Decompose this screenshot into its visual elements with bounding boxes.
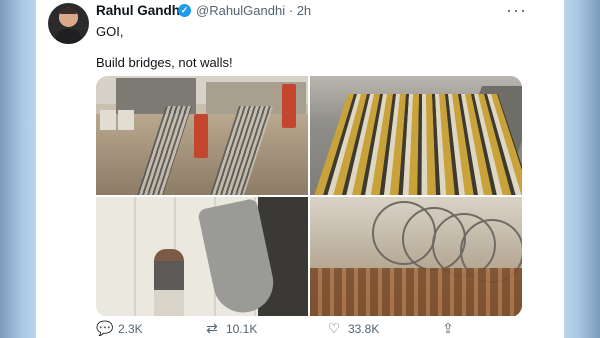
photo-aerial-barricades[interactable]: [310, 76, 522, 195]
backdrop-left: [0, 0, 36, 338]
author-handle[interactable]: @RahulGandhi: [196, 3, 285, 18]
retweet-icon: ⇄: [204, 320, 220, 337]
action-bar: 💬 2.3K ⇄ 10.1K ♡ 33.8K ⇪: [96, 320, 516, 338]
photo-red-barrier: [282, 84, 296, 128]
reply-button[interactable]: 💬 2.3K: [96, 320, 143, 337]
backdrop-right: [564, 0, 600, 338]
photo-cement-mixer-worker[interactable]: [96, 197, 308, 316]
verified-badge-icon: ✓: [178, 4, 191, 17]
tweet-card[interactable]: Rahul Gandhi ✓ @RahulGandhi · 2h ··· GOI…: [36, 0, 564, 338]
avatar-shirt: [56, 29, 81, 44]
tweet-text-line-1: GOI,: [96, 24, 123, 39]
like-count: 33.8K: [348, 322, 379, 336]
photo-razor-wire[interactable]: [310, 197, 522, 316]
tweet-time[interactable]: 2h: [297, 3, 311, 18]
photo-barrier-block: [118, 110, 134, 130]
more-options-icon[interactable]: ···: [506, 0, 527, 21]
dot-separator: ·: [289, 3, 293, 18]
heart-icon: ♡: [326, 320, 342, 337]
author-handle-and-time[interactable]: @RahulGandhi · 2h: [196, 3, 311, 18]
tweet-text-line-2: Build bridges, not walls!: [96, 55, 233, 70]
share-icon: ⇪: [440, 320, 456, 337]
photo-barricade-rows: [310, 94, 522, 195]
photo-red-barrier: [194, 114, 208, 158]
media-grid: [96, 76, 522, 317]
author-name[interactable]: Rahul Gandhi: [96, 3, 184, 18]
reply-icon: 💬: [96, 320, 112, 337]
photo-road-spikes[interactable]: [96, 76, 308, 195]
reply-count: 2.3K: [118, 322, 143, 336]
photo-barrier-block: [100, 110, 116, 130]
share-button[interactable]: ⇪: [440, 320, 456, 337]
retweet-button[interactable]: ⇄ 10.1K: [204, 320, 257, 337]
avatar-hair: [60, 8, 77, 14]
retweet-count: 10.1K: [226, 322, 257, 336]
like-button[interactable]: ♡ 33.8K: [326, 320, 379, 337]
avatar[interactable]: [48, 3, 89, 44]
photo-worker: [154, 249, 184, 316]
photo-rail: [310, 268, 522, 316]
